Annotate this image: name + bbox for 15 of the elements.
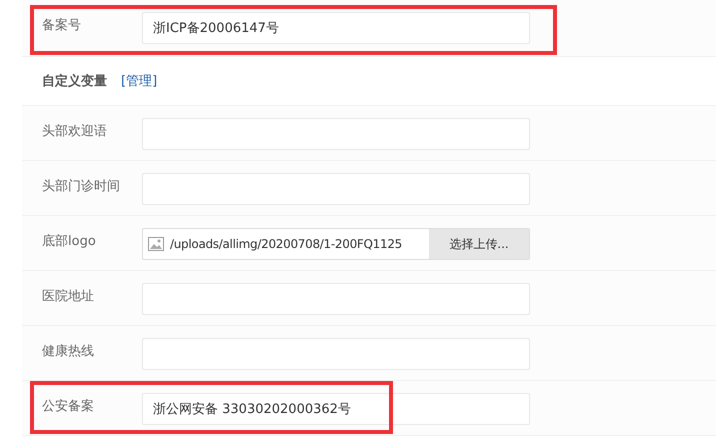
image-icon — [148, 237, 164, 251]
file-field[interactable]: /uploads/allimg/20200708/1-200FQ1125 选择上传... — [142, 228, 530, 260]
input-field[interactable]: 浙公网安备 33030202000362号 — [142, 393, 530, 425]
section-title: 自定义变量 — [42, 72, 107, 90]
upload-button[interactable]: 选择上传... — [429, 229, 529, 259]
field-label: 头部欢迎语 — [42, 123, 108, 140]
input-field[interactable]: 浙ICP备20006147号 — [142, 12, 530, 44]
field-label: 备案号 — [42, 17, 82, 34]
field-label: 头部门诊时间 — [42, 178, 121, 195]
manage-link[interactable]: [管理] — [121, 72, 158, 90]
field-label: 健康热线 — [42, 343, 95, 360]
field-label: 底部logo — [42, 233, 97, 250]
field-label: 医院地址 — [42, 288, 95, 305]
field-label: 公安备案 — [42, 398, 95, 415]
file-path: /uploads/allimg/20200708/1-200FQ1125 — [170, 237, 403, 251]
